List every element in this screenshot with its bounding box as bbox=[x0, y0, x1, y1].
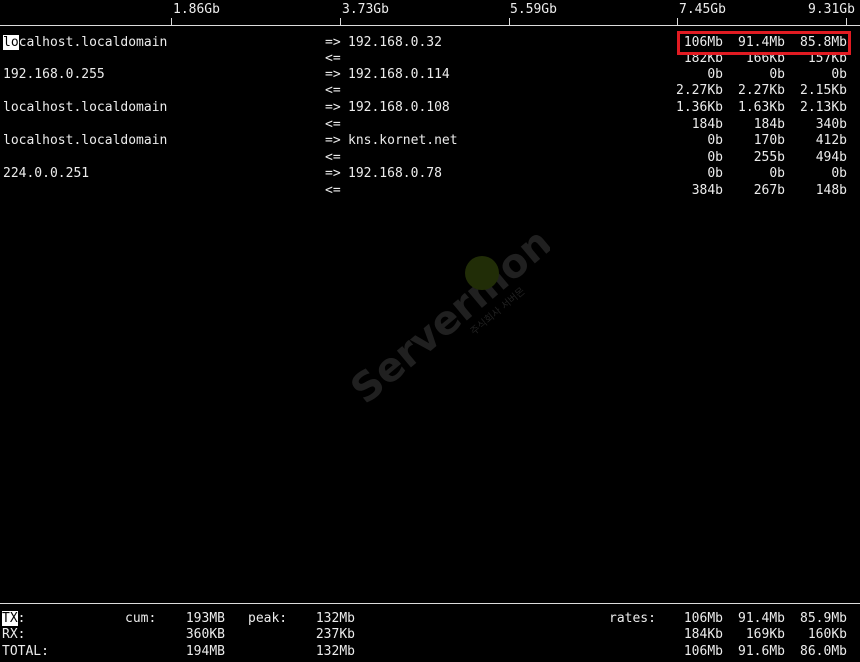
flow-in-rate-40s: 494b bbox=[815, 150, 847, 165]
flow-source: localhost.localdomain bbox=[3, 35, 168, 50]
cum-label: cum: bbox=[125, 611, 157, 626]
flow-out-arrow: => bbox=[325, 133, 341, 148]
flow-destination: 192.168.0.32 bbox=[348, 35, 442, 50]
highlight-box bbox=[677, 31, 851, 55]
rx-peak: 237Kb bbox=[315, 627, 355, 642]
tx-label: TX: bbox=[2, 611, 26, 626]
tx-rate-10s: 91.4Mb bbox=[738, 611, 785, 626]
flow-source: 224.0.0.251 bbox=[3, 166, 90, 181]
totals-separator bbox=[0, 603, 860, 604]
flow-in-rate-10s: 267b bbox=[753, 183, 785, 198]
flow-out-arrow: => bbox=[325, 100, 341, 115]
peak-label: peak: bbox=[248, 611, 288, 626]
flow-in-rate-40s: 148b bbox=[815, 183, 847, 198]
tx-peak: 132Mb bbox=[315, 611, 355, 626]
scale-label: 1.86Gb bbox=[173, 2, 220, 17]
rates-label: rates: bbox=[609, 611, 656, 626]
flow-destination: 192.168.0.108 bbox=[348, 100, 450, 115]
rx-cum: 360KB bbox=[185, 627, 225, 642]
flow-out-rate-10s: 1.63Kb bbox=[738, 100, 785, 115]
scale-line bbox=[0, 25, 860, 26]
flow-source: localhost.localdomain bbox=[3, 133, 168, 148]
flow-out-arrow: => bbox=[325, 166, 341, 181]
total-rate-2s: 106Mb bbox=[683, 644, 723, 659]
flow-in-arrow: <= bbox=[325, 117, 341, 132]
total-label: TOTAL: bbox=[2, 644, 49, 659]
flow-out-arrow: => bbox=[325, 35, 341, 50]
flow-destination: 192.168.0.78 bbox=[348, 166, 442, 181]
flow-in-arrow: <= bbox=[325, 150, 341, 165]
scale-tick bbox=[340, 18, 341, 26]
flow-in-rate-40s: 2.15Kb bbox=[800, 83, 847, 98]
flow-out-rate-40s: 412b bbox=[815, 133, 847, 148]
flow-out-rate-40s: 0b bbox=[831, 67, 847, 82]
flow-in-arrow: <= bbox=[325, 51, 341, 66]
total-peak: 132Mb bbox=[315, 644, 355, 659]
servermon-watermark: Servermon 주식회사 서버몬 bbox=[342, 230, 550, 413]
scale-tick bbox=[509, 18, 510, 26]
terminal-cursor: lo bbox=[3, 35, 19, 50]
scale-label: 7.45Gb bbox=[679, 2, 726, 17]
tx-rate-2s: 106Mb bbox=[683, 611, 723, 626]
flow-in-rate-10s: 2.27Kb bbox=[738, 83, 785, 98]
flow-out-rate-10s: 0b bbox=[769, 67, 785, 82]
flow-out-rate-2s: 0b bbox=[707, 67, 723, 82]
flow-in-rate-10s: 184b bbox=[753, 117, 785, 132]
scale-label: 5.59Gb bbox=[510, 2, 557, 17]
flow-destination: 192.168.0.114 bbox=[348, 67, 450, 82]
flow-destination: kns.kornet.net bbox=[348, 133, 458, 148]
scale-tick bbox=[677, 18, 678, 26]
flow-out-rate-40s: 2.13Kb bbox=[800, 100, 847, 115]
flow-out-arrow: => bbox=[325, 67, 341, 82]
tx-cum: 193MB bbox=[185, 611, 225, 626]
watermark-brand: Servermon bbox=[342, 230, 550, 413]
flow-out-rate-2s: 1.36Kb bbox=[676, 100, 723, 115]
scale-label: 3.73Gb bbox=[342, 2, 389, 17]
flow-out-rate-40s: 0b bbox=[831, 166, 847, 181]
flow-source: 192.168.0.255 bbox=[3, 67, 105, 82]
total-rate-10s: 91.6Mb bbox=[738, 644, 785, 659]
flow-out-rate-2s: 0b bbox=[707, 133, 723, 148]
flow-in-rate-2s: 2.27Kb bbox=[676, 83, 723, 98]
leaf-logo-icon bbox=[465, 256, 499, 290]
scale-tick bbox=[171, 18, 172, 26]
flow-in-rate-2s: 184b bbox=[691, 117, 723, 132]
flow-out-rate-10s: 170b bbox=[753, 133, 785, 148]
total-cum: 194MB bbox=[185, 644, 225, 659]
tx-rate-40s: 85.9Mb bbox=[800, 611, 847, 626]
rx-rate-40s: 160Kb bbox=[807, 627, 847, 642]
flow-in-rate-2s: 0b bbox=[707, 150, 723, 165]
flow-in-rate-2s: 384b bbox=[691, 183, 723, 198]
flow-out-rate-10s: 0b bbox=[769, 166, 785, 181]
flow-out-rate-2s: 0b bbox=[707, 166, 723, 181]
flow-in-arrow: <= bbox=[325, 183, 341, 198]
flow-source: localhost.localdomain bbox=[3, 100, 168, 115]
rx-rate-10s: 169Kb bbox=[745, 627, 785, 642]
flow-in-arrow: <= bbox=[325, 83, 341, 98]
flow-in-rate-40s: 340b bbox=[815, 117, 847, 132]
rx-label: RX: bbox=[2, 627, 26, 642]
flow-in-rate-10s: 255b bbox=[753, 150, 785, 165]
scale-label: 9.31Gb bbox=[808, 2, 855, 17]
total-rate-40s: 86.0Mb bbox=[800, 644, 847, 659]
rx-rate-2s: 184Kb bbox=[683, 627, 723, 642]
scale-tick bbox=[846, 18, 847, 26]
